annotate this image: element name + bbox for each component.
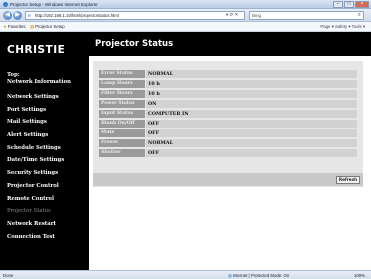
page-icon: ▦	[30, 24, 35, 29]
status-row: Shutter OFF	[99, 149, 357, 158]
window-controls: – □ ×	[332, 1, 369, 8]
status-label: Blank On/Off	[99, 119, 145, 128]
window-title: Projector Setup - Windows Internet Explo…	[10, 2, 98, 7]
status-row: Error Status NORMAL	[99, 70, 357, 78]
favorites-label: Favorites	[7, 24, 26, 29]
zoom-level[interactable]: 100%	[354, 272, 365, 279]
refresh-button[interactable]: Refresh	[336, 176, 360, 184]
sidebar-item-network-settings[interactable]: Network Settings	[0, 91, 89, 104]
status-label: Input Status	[99, 109, 145, 118]
page-title: Projector Status	[95, 39, 174, 49]
web-page: CHRISTIE Top: Network Information Networ…	[0, 32, 371, 270]
security-zone-label: Internet | Protected Mode: On	[232, 273, 290, 278]
status-value: OFF	[146, 129, 357, 138]
status-label: Mute	[99, 129, 145, 138]
status-value: OFF	[146, 149, 357, 158]
sidebar-item-mail-settings[interactable]: Mail Settings	[0, 116, 89, 129]
favorite-tab[interactable]: ▦Projector Setup	[30, 24, 65, 30]
sidebar-item-network-restart[interactable]: Network Restart	[0, 218, 89, 231]
status-value: 10 h	[146, 79, 357, 88]
favorite-tab-label: Projector Setup	[35, 24, 65, 29]
top-network-information-link[interactable]: Top: Network Information	[7, 72, 71, 85]
button-bar: Refresh	[93, 173, 363, 186]
status-panel: Error Status NORMAL Lamp Hours 10 h Filter H…	[93, 61, 363, 187]
address-url[interactable]: http://192.168.1.10/html/projectorstatus…	[35, 13, 119, 19]
favorites-bar: ★Favorites ▦Projector Setup Page ▾ Safet…	[0, 22, 371, 32]
sidebar-item-schedule-settings[interactable]: Schedule Settings	[0, 142, 89, 155]
sidebar-item-port-settings[interactable]: Port Settings	[0, 104, 89, 117]
maximize-icon[interactable]: □	[344, 1, 354, 8]
status-value: NORMAL	[146, 70, 357, 78]
command-bar[interactable]: Page ▾ Safety ▾ Tools ▾	[320, 24, 365, 30]
status-row: Input Status COMPUTER IN	[99, 109, 357, 118]
status-label: Shutter	[99, 149, 145, 158]
minimize-icon[interactable]: –	[333, 1, 343, 8]
address-bar[interactable]: e http://192.168.1.10/html/projectorstat…	[25, 11, 245, 20]
sidebar-item-connection-test[interactable]: Connection Test	[0, 231, 89, 244]
search-engine-label: Bing	[252, 13, 262, 18]
status-row: Blank On/Off OFF	[99, 119, 357, 128]
status-value: NORMAL	[146, 139, 357, 148]
christie-logo: CHRISTIE	[7, 44, 66, 56]
sidebar-item-date-time-settings[interactable]: Date/Time Settings	[0, 154, 89, 167]
star-icon: ★	[3, 24, 7, 29]
page-header: Projector Status	[89, 32, 371, 56]
sidebar-item-projector-control[interactable]: Projector Control	[0, 180, 89, 193]
status-label: Filter Hours	[99, 89, 145, 98]
status-row: Power Status ON	[99, 99, 357, 108]
search-icon[interactable]: ⌕	[358, 12, 361, 19]
search-box[interactable]: Bing ⌕	[249, 11, 364, 20]
status-row: Lamp Hours 10 h	[99, 79, 357, 88]
status-text: Done	[3, 273, 14, 278]
browser-statusbar: Done ◍Internet | Protected Mode: On 100%	[0, 270, 371, 279]
sidebar-item-alert-settings[interactable]: Alert Settings	[0, 129, 89, 142]
status-value: 10 h	[146, 89, 357, 98]
window-titlebar: Projector Setup - Windows Internet Explo…	[0, 0, 371, 9]
sidebar-item-projector-status[interactable]: Projector Status	[0, 205, 89, 218]
back-arrow-icon[interactable]: ◀	[3, 11, 12, 20]
globe-icon: ◍	[228, 273, 232, 278]
browser-icon	[3, 2, 8, 7]
status-row: Filter Hours 10 h	[99, 89, 357, 98]
status-row: Freeze NORMAL	[99, 139, 357, 148]
sidebar: CHRISTIE Top: Network Information Networ…	[0, 32, 89, 270]
status-value: OFF	[146, 119, 357, 128]
status-label: Power Status	[99, 99, 145, 108]
favorites-button[interactable]: ★Favorites	[3, 24, 26, 30]
status-label: Lamp Hours	[99, 79, 145, 88]
sidebar-item-remote-control[interactable]: Remote Control	[0, 193, 89, 206]
sidebar-menu: Network Settings Port Settings Mail Settin…	[0, 91, 89, 243]
address-toolbar: ◀ ▶ e http://192.168.1.10/html/projector…	[0, 9, 371, 22]
network-information-label: Network Information	[7, 78, 71, 85]
page-icon: e	[28, 13, 31, 19]
forward-arrow-icon[interactable]: ▶	[13, 11, 22, 20]
status-label: Error Status	[99, 70, 145, 78]
sidebar-item-security-settings[interactable]: Security Settings	[0, 167, 89, 180]
security-zone[interactable]: ◍Internet | Protected Mode: On	[228, 272, 289, 279]
status-label: Freeze	[99, 139, 145, 148]
status-value: ON	[146, 99, 357, 108]
status-row: Mute OFF	[99, 129, 357, 138]
status-value: COMPUTER IN	[146, 109, 357, 118]
close-icon[interactable]: ×	[355, 1, 369, 8]
refresh-stop-icons[interactable]: ▾ ⟳ ✕	[226, 12, 238, 18]
